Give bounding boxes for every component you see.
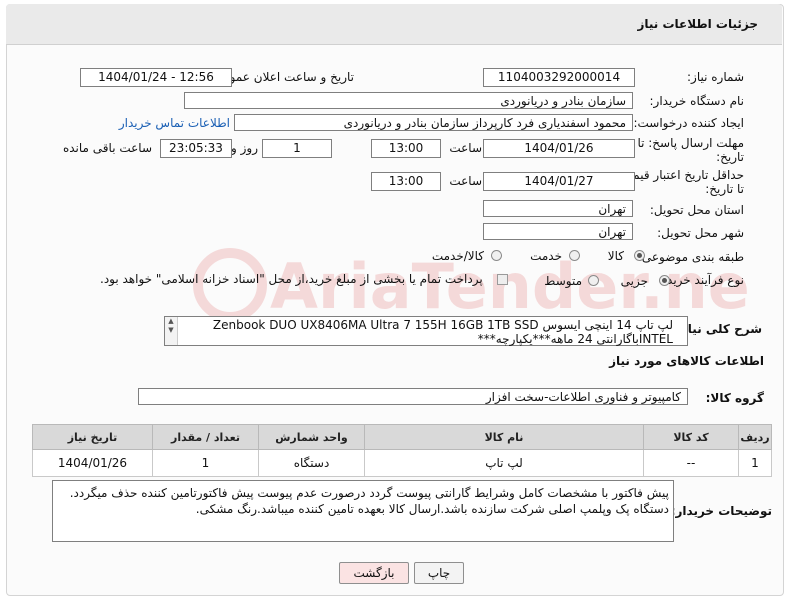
validity-date-field: 1404/01/27 [483, 172, 635, 191]
validity-time-field: 13:00 [371, 172, 441, 191]
buyer-contact-link[interactable]: اطلاعات تماس خریدار [119, 116, 230, 130]
remaining-time-field: 23:05:33 [160, 139, 232, 158]
treasury-payment-checkbox[interactable] [497, 274, 508, 285]
city-label: شهر محل تحویل: [657, 226, 744, 240]
page-title: جزئیات اطلاعات نیاز [637, 17, 758, 31]
table-row: 1 -- لپ تاپ دستگاه 1 1404/01/26 [32, 449, 772, 477]
days-label: روز و [231, 141, 258, 155]
validity-label: حداقل تاریخ اعتبار قیمت: [617, 168, 744, 182]
process-option-minor: جزیی [620, 274, 648, 288]
deadline-hour-label: ساعت [449, 141, 482, 155]
goods-table: ردیف کد کالا نام کالا واحد شمارش تعداد /… [32, 424, 772, 477]
cell-name: لپ تاپ [364, 449, 644, 477]
category-option-both: کالا/خدمت [431, 249, 484, 263]
announce-datetime-field: 1404/01/24 - 12:56 [80, 68, 232, 87]
description-textarea[interactable]: ▲ ▼ لپ تاپ 14 اینچی ایسوس Zenbook DUO UX8… [164, 316, 688, 346]
payment-note: پرداخت تمام یا بخشی از مبلغ خرید،از محل … [100, 272, 483, 286]
col-header-row-number: ردیف [738, 424, 772, 450]
province-field: تهران [483, 200, 633, 217]
cell-need-date: 1404/01/26 [32, 449, 153, 477]
need-number-field: 1104003292000014 [483, 68, 635, 87]
process-option-medium: متوسط [544, 274, 582, 288]
description-text: لپ تاپ 14 اینچی ایسوس Zenbook DUO UX8406… [212, 318, 673, 346]
deadline-date-label: تاریخ: [716, 150, 744, 164]
category-radio-both[interactable] [491, 250, 502, 261]
process-radio-minor[interactable] [659, 275, 670, 286]
deadline-time-field: 13:00 [371, 139, 441, 158]
goods-group-label: گروه کالا: [705, 391, 764, 405]
description-label: شرح کلی نیاز: [676, 322, 762, 336]
deadline-label: مهلت ارسال پاسخ: تا [637, 136, 744, 150]
category-option-goods: کالا [607, 249, 624, 263]
deadline-date-field: 1404/01/26 [483, 139, 635, 158]
days-field: 1 [262, 139, 332, 158]
need-number-label: شماره نیاز: [687, 70, 744, 84]
remaining-label: ساعت باقی مانده [62, 141, 152, 155]
buyer-org-label: نام دستگاه خریدار: [649, 94, 745, 108]
col-header-quantity: تعداد / مقدار [152, 424, 259, 450]
category-option-service: خدمت [530, 249, 562, 263]
table-header-row: ردیف کد کالا نام کالا واحد شمارش تعداد /… [32, 424, 772, 450]
process-radio-medium[interactable] [588, 275, 599, 286]
buyer-notes-label: توضیحات خریدار: [670, 504, 772, 518]
panel-header: جزئیات اطلاعات نیاز [6, 4, 782, 45]
validity-hour-label: ساعت [449, 174, 482, 188]
requester-label: ایجاد کننده درخواست: [633, 116, 744, 130]
back-button[interactable]: بازگشت [339, 562, 409, 584]
print-button[interactable]: چاپ [414, 562, 464, 584]
col-header-code: کد کالا [643, 424, 739, 450]
goods-group-field: کامپیوتر و فناوری اطلاعات-سخت افزار [138, 388, 688, 405]
cell-quantity: 1 [152, 449, 259, 477]
cell-code: -- [643, 449, 739, 477]
cell-unit: دستگاه [258, 449, 365, 477]
category-radio-goods[interactable] [634, 250, 645, 261]
province-label: استان محل تحویل: [649, 203, 744, 217]
requester-field: محمود اسفندیاری فرد کارپرداز سازمان بناد… [234, 114, 633, 131]
validity-date-label: تا تاریخ: [705, 182, 744, 196]
process-label: نوع فرآیند خرید : [659, 273, 744, 287]
buyer-notes-text: پیش فاکتور با مشخصات کامل وشرایط گارانتی… [69, 486, 669, 516]
category-radio-service[interactable] [569, 250, 580, 261]
city-field: تهران [483, 223, 633, 240]
cell-row-number: 1 [738, 449, 772, 477]
col-header-name: نام کالا [364, 424, 644, 450]
col-header-unit: واحد شمارش [258, 424, 365, 450]
goods-info-title: اطلاعات کالاهای مورد نیاز [609, 354, 764, 368]
category-label: طبقه بندی موضوعی: [637, 250, 744, 264]
buyer-notes-textarea[interactable]: پیش فاکتور با مشخصات کامل وشرایط گارانتی… [52, 480, 674, 542]
buyer-org-field: سازمان بنادر و دریانوردی [184, 92, 633, 109]
col-header-need-date: تاریخ نیاز [32, 424, 153, 450]
